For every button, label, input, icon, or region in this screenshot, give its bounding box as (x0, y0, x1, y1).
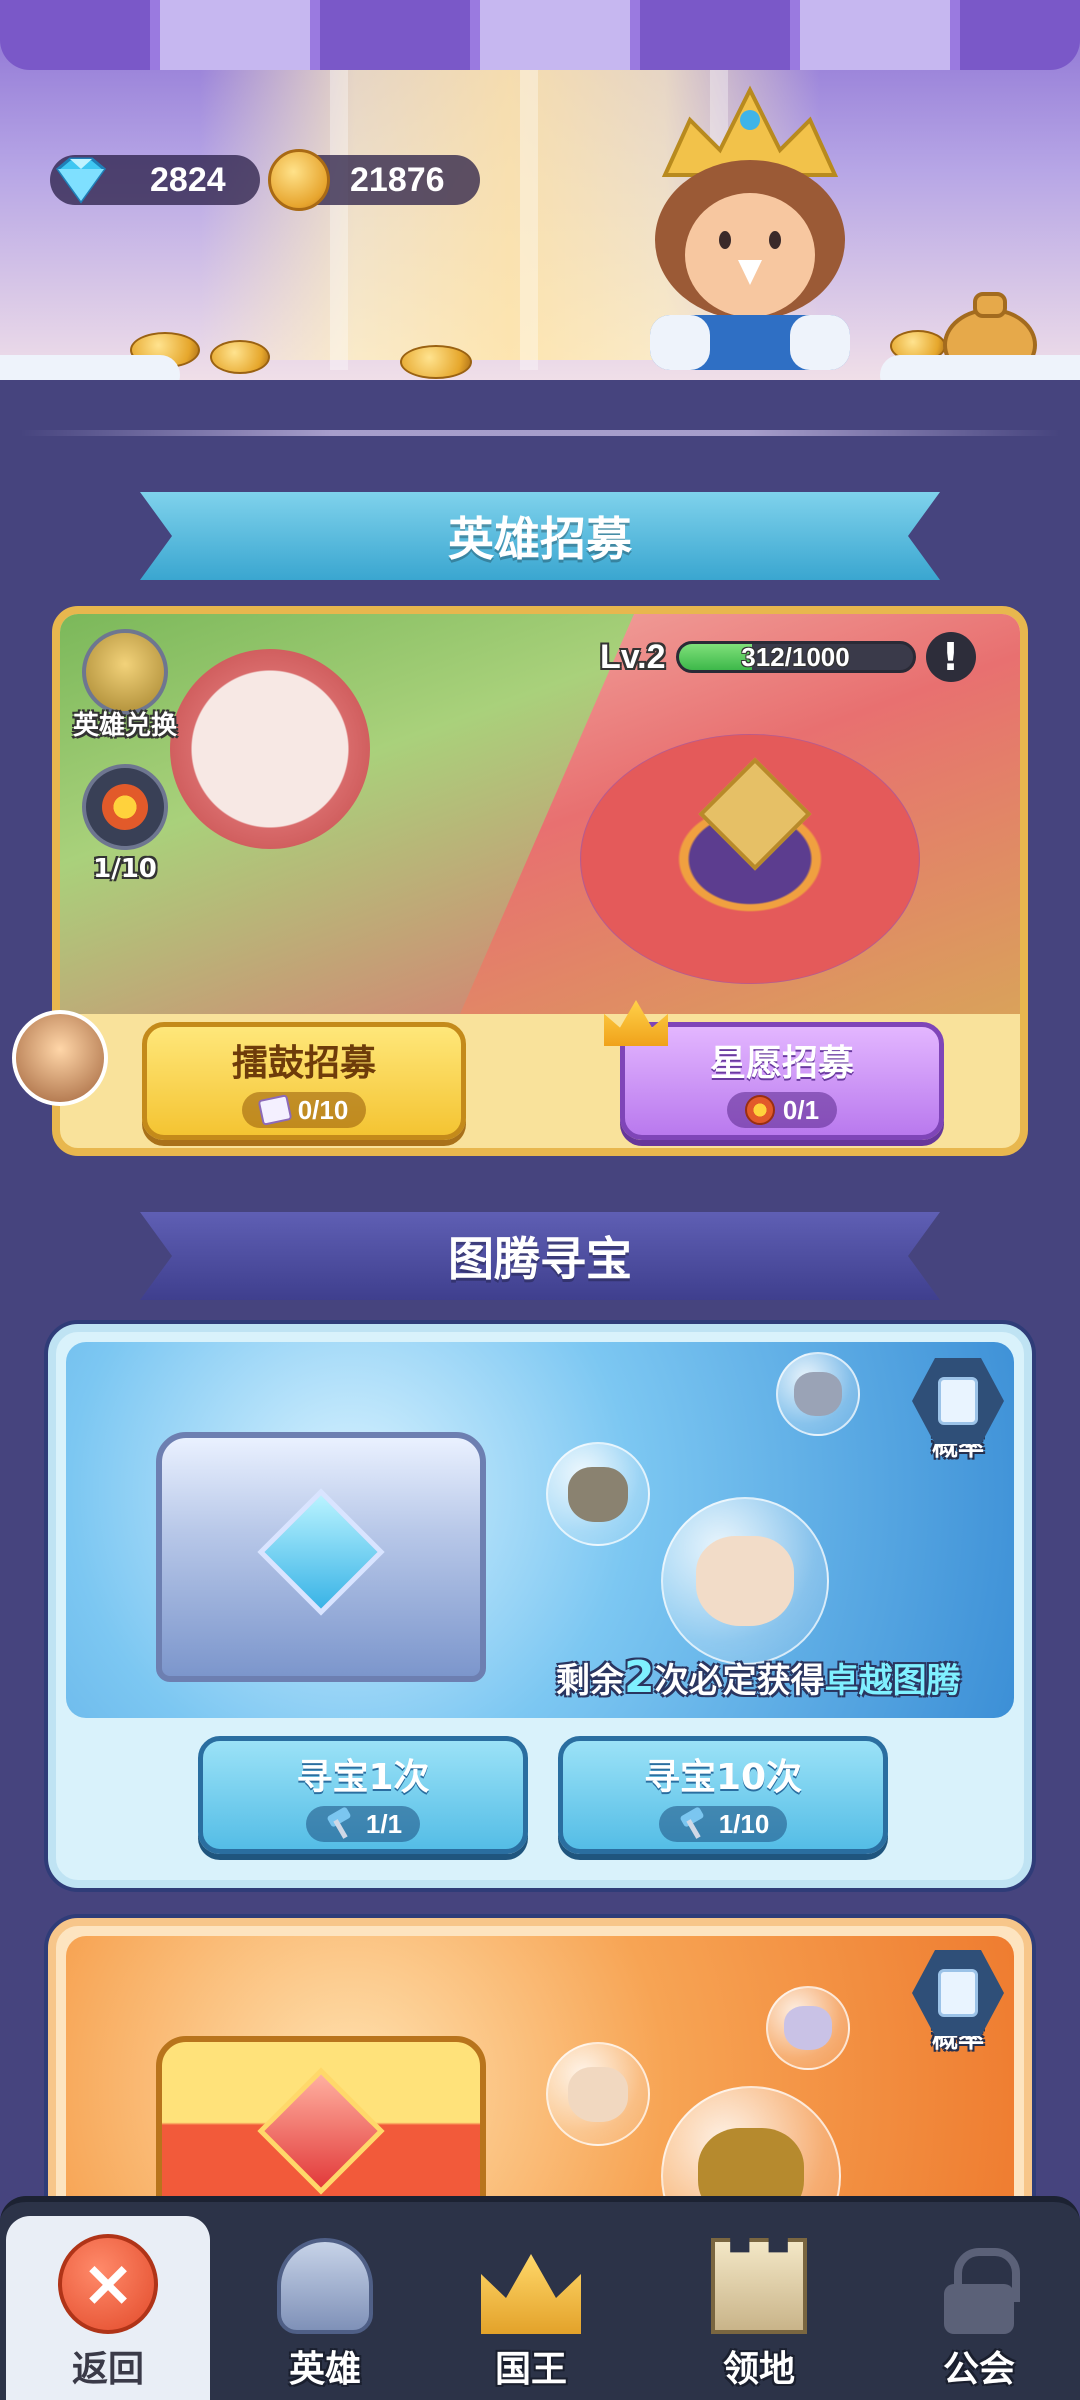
hero-exchange-button[interactable]: 英雄兑换 (70, 629, 180, 742)
knight-helmet-icon (277, 2238, 373, 2334)
totem-section-header: 图腾寻宝 (140, 1212, 940, 1300)
alert-symbol: ! (941, 635, 960, 679)
snow-decoration (0, 355, 180, 380)
divider-line (20, 430, 1060, 436)
hammer-icon (324, 1809, 358, 1839)
recruit-section-header: 英雄招募 (140, 492, 940, 580)
hunt-once-title: 寻宝1次 (296, 1757, 430, 1798)
gem-count: 2824 (150, 160, 226, 199)
tiger-totem-bubble (766, 1986, 850, 2070)
castle-icon (711, 2238, 807, 2334)
king-character-image (650, 85, 850, 370)
nav-heroes-button[interactable]: 英雄 (230, 2216, 420, 2400)
odds-hex (912, 1358, 1004, 1444)
totem-section-title: 图腾寻宝 (448, 1232, 632, 1286)
document-icon (938, 1377, 978, 1425)
guarantee-mid: 次必定获得 (654, 1661, 825, 1701)
odds-button-gold[interactable]: 概率 (910, 1950, 1006, 2060)
token-progress-text: 1/10 (93, 854, 157, 884)
coin-count: 21876 (350, 160, 445, 199)
guarantee-text: 剩余2次必定获得卓越图腾 (556, 1652, 961, 1703)
totem-card-silver: 概率 剩余2次必定获得卓越图腾 寻宝1次 1/1 寻宝10次 1/10 (48, 1324, 1032, 1888)
crown-icon (481, 2254, 581, 2334)
nav-guild-label: 公会 (942, 2349, 1015, 2390)
nav-back-button[interactable]: × 返回 (6, 2216, 210, 2400)
hunt-ten-title: 寻宝10次 (643, 1757, 803, 1798)
document-icon (938, 1969, 978, 2017)
war-drum-image (170, 649, 370, 849)
drum-recruit-cost: 0/10 (241, 1092, 367, 1128)
star-recruit-title: 星愿招募 (709, 1043, 854, 1084)
hunt-ten-cost: 1/10 (658, 1806, 788, 1842)
odds-button[interactable]: 概率 (910, 1358, 1006, 1468)
guarantee-prefix: 剩余 (556, 1661, 624, 1701)
hunt-once-button[interactable]: 寻宝1次 1/1 (198, 1736, 528, 1854)
star-recruit-cost-text: 0/1 (782, 1094, 820, 1125)
coin-pile-decoration (400, 345, 472, 379)
alert-icon[interactable]: ! (925, 632, 976, 682)
star-recruit-cost: 0/1 (726, 1092, 838, 1128)
guarantee-count: 2 (624, 1652, 655, 1703)
gold-coin-icon (268, 149, 330, 211)
stage-curtain (0, 0, 1080, 70)
star-recruit-button[interactable]: 星愿招募 0/1 (620, 1022, 944, 1140)
diamond-icon (55, 157, 107, 204)
bear-totem-icon (794, 1372, 842, 1416)
ticket-icon (257, 1094, 293, 1126)
nav-king-button[interactable]: 国王 (436, 2216, 626, 2400)
player-avatar[interactable] (12, 1010, 108, 1106)
owl-totem-icon (568, 1466, 628, 1522)
hunt-once-cost: 1/1 (305, 1806, 421, 1842)
recruit-section-title: 英雄招募 (448, 512, 632, 566)
nav-heroes-label: 英雄 (288, 2349, 361, 2390)
helmet-icon (82, 629, 168, 715)
nav-guild-button[interactable]: 公会 (884, 2216, 1074, 2400)
hunt-once-cost-text: 1/1 (365, 1808, 403, 1839)
drum-recruit-cost-text: 0/10 (297, 1094, 349, 1125)
hunt-ten-button[interactable]: 寻宝10次 1/10 (558, 1736, 888, 1854)
level-progress-text: 312/1000 (741, 642, 850, 672)
window-pillar (520, 70, 538, 370)
nav-territory-label: 领地 (722, 2349, 795, 2390)
gem-counter[interactable]: 2824 (50, 155, 260, 205)
drum-recruit-title: 擂鼓招募 (231, 1043, 376, 1084)
hero-exchange-label: 英雄兑换 (72, 711, 177, 741)
window-pillar (330, 70, 348, 370)
recruit-token-progress[interactable]: 1/10 (80, 764, 170, 884)
guarantee-highlight: 卓越图腾 (824, 1661, 961, 1701)
token-icon (744, 1095, 775, 1125)
bull-skull-totem-bubble (661, 1497, 829, 1665)
fox-totem-icon (568, 2066, 628, 2122)
lock-icon (944, 2248, 1020, 2334)
owl-totem-bubble (546, 1442, 650, 1546)
odds-hex (912, 1950, 1004, 2036)
bottom-nav: × 返回 英雄 国王 领地 公会 (0, 2196, 1080, 2400)
top-banner: 2824 21876 (0, 0, 1080, 380)
bear-totem-bubble (776, 1352, 860, 1436)
nav-territory-button[interactable]: 领地 (664, 2216, 854, 2400)
drum-recruit-button[interactable]: 擂鼓招募 0/10 (142, 1022, 466, 1140)
hunt-ten-cost-text: 1/10 (718, 1808, 770, 1839)
nav-king-label: 国王 (494, 2349, 567, 2390)
coin-pile-decoration (210, 340, 270, 374)
token-ring (82, 764, 168, 850)
level-progress-bar: 312/1000 (675, 641, 916, 673)
fox-totem-bubble (546, 2042, 650, 2146)
nav-back-label: 返回 (71, 2349, 144, 2390)
recruit-level: Lv.2 312/1000 ! (600, 632, 976, 682)
tiger-totem-icon (784, 2006, 832, 2050)
close-icon: × (58, 2234, 158, 2334)
hammer-icon (677, 1809, 711, 1839)
coin-counter[interactable]: 21876 (268, 149, 480, 211)
recruit-token-icon (102, 784, 148, 830)
bull-skull-totem-icon (695, 1535, 795, 1627)
recruit-card: 英雄兑换 1/10 Lv.2 312/1000 ! 擂鼓招募 0/10 星愿招募… (52, 606, 1028, 1156)
snow-decoration (880, 355, 1080, 380)
level-label: Lv.2 (600, 637, 666, 676)
